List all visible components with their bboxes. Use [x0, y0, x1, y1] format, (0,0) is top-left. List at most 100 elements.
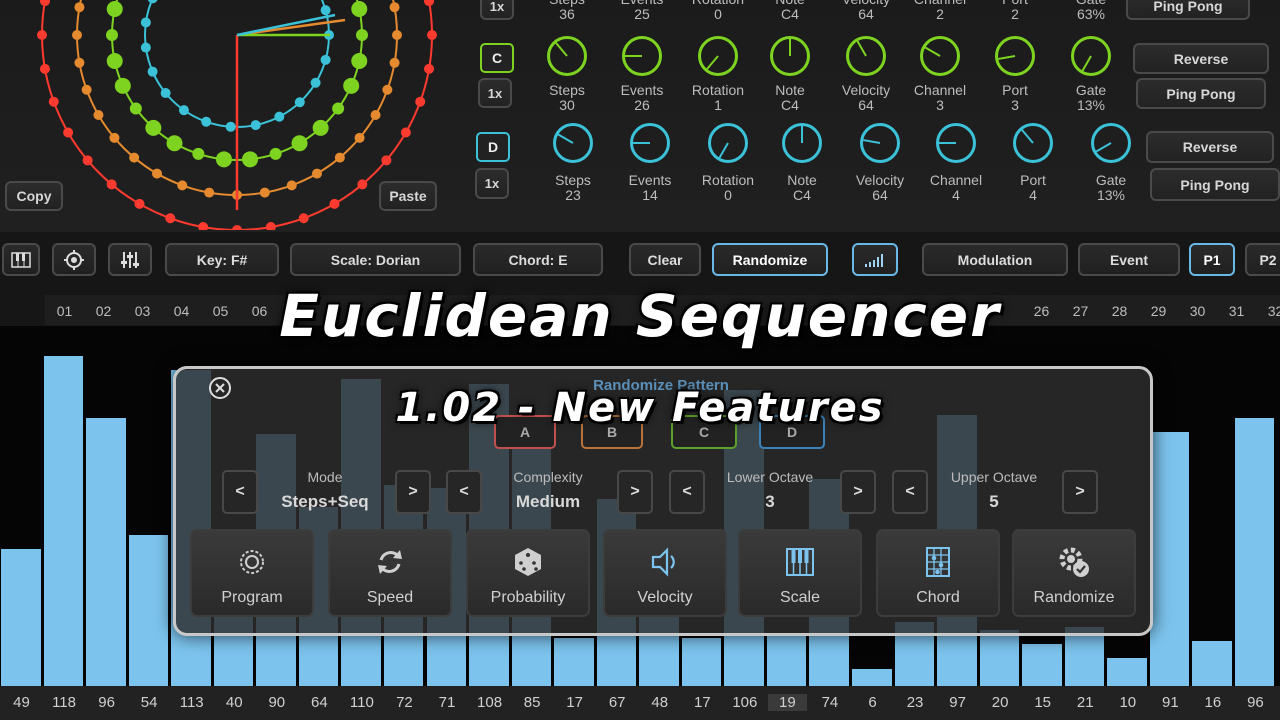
knob-d-steps[interactable]	[553, 123, 593, 163]
mode-next-button[interactable]: >	[395, 470, 431, 514]
key-button[interactable]: Key: F#	[165, 243, 279, 276]
velocity-bars-icon[interactable]	[852, 243, 898, 276]
ring-step-dot	[93, 110, 104, 120]
piano-icon[interactable]	[2, 243, 40, 276]
velocity-bar[interactable]	[979, 630, 1020, 686]
ring-step-dot	[109, 132, 120, 143]
knob-d-channel[interactable]	[936, 123, 976, 163]
randomize-action-button[interactable]: Randomize	[1012, 529, 1136, 617]
speed-button-b[interactable]: 1x	[480, 0, 514, 20]
knob-c-channel[interactable]	[920, 36, 960, 76]
lower-octave-value: 3	[765, 492, 775, 511]
velocity-bar[interactable]	[554, 638, 594, 686]
playhead-line	[236, 13, 336, 37]
param-value: 64	[872, 187, 888, 203]
param-label: Port	[1020, 172, 1046, 188]
knob-c-steps[interactable]	[547, 36, 587, 76]
param-label: Events	[620, 82, 664, 98]
knob-d-rotation[interactable]	[708, 123, 748, 163]
knob-d-port[interactable]	[1013, 123, 1053, 163]
ring-step-dot	[250, 120, 261, 131]
ring-step-dot	[332, 102, 345, 115]
speed-button-d[interactable]: 1x	[475, 168, 509, 199]
chord-button[interactable]: Chord: E	[473, 243, 603, 276]
clear-button[interactable]: Clear	[629, 243, 701, 276]
velocity-button[interactable]: Velocity	[603, 529, 727, 617]
pingpong-button-c[interactable]: Ping Pong	[1136, 78, 1266, 109]
ring-step-dot	[242, 151, 259, 168]
knob-d-events[interactable]	[630, 123, 670, 163]
modulation-button[interactable]: Modulation	[922, 243, 1068, 276]
ring-step-dot	[48, 96, 59, 107]
speed-button[interactable]: Speed	[328, 529, 452, 617]
randomize-button[interactable]: Randomize	[712, 243, 828, 276]
program-label: Program	[221, 589, 283, 606]
ring-step-dot	[382, 84, 393, 95]
knob-c-port[interactable]	[995, 36, 1035, 76]
track-d-button[interactable]: D	[476, 132, 510, 162]
ring-step-dot	[320, 5, 331, 16]
param-label: Channel	[929, 172, 983, 188]
knob-d-note[interactable]	[782, 123, 822, 163]
ring-step-dot	[232, 225, 242, 230]
track-c-button[interactable]: C	[480, 43, 514, 73]
upper-octave-next-button[interactable]: >	[1062, 470, 1098, 514]
velocity-bar[interactable]	[681, 638, 722, 686]
step-value-row: 49 118 96 54 113 40 90 64 110 72 71 108 85 17 67 48 17 10…	[0, 686, 1280, 720]
speed-button-c[interactable]: 1x	[478, 78, 512, 108]
ring-step-dot	[192, 147, 205, 160]
velocity-bar[interactable]	[766, 633, 807, 686]
pingpong-button-b[interactable]: Ping Pong	[1126, 0, 1250, 20]
knob-c-rotation[interactable]	[698, 36, 738, 76]
copy-button[interactable]: Copy	[5, 181, 63, 211]
velocity-bar[interactable]	[1, 549, 41, 686]
knob-c-velocity[interactable]	[846, 36, 886, 76]
step-value: 90	[268, 694, 286, 711]
chord-button-panel[interactable]: Chord	[876, 529, 1000, 617]
probability-button[interactable]: Probability	[466, 529, 590, 617]
scale-label: Scale	[779, 589, 821, 606]
param-label: Gate	[1075, 82, 1107, 98]
knob-d-velocity[interactable]	[860, 123, 900, 163]
paste-button[interactable]: Paste	[379, 181, 437, 211]
target-icon[interactable]	[52, 243, 96, 276]
probability-label: Probability	[490, 589, 566, 606]
velocity-bar[interactable]	[1022, 644, 1062, 686]
knob-c-gate[interactable]	[1071, 36, 1111, 76]
ring-step-dot	[140, 42, 151, 53]
ring-step-dot	[106, 52, 123, 69]
step-value: 106	[732, 694, 758, 711]
scale-button[interactable]: Scale: Dorian	[290, 243, 461, 276]
velocity-bar[interactable]	[1149, 432, 1190, 686]
velocity-bar[interactable]	[852, 669, 892, 686]
param-value: 64	[858, 6, 874, 22]
knob-indicator	[557, 133, 574, 144]
complexity-next-button[interactable]: >	[617, 470, 653, 514]
reverse-button-c[interactable]: Reverse	[1133, 43, 1269, 74]
param-c-steps: Steps 30	[529, 83, 605, 113]
lower-octave-next-button[interactable]: >	[840, 470, 876, 514]
knob-d-gate[interactable]	[1091, 123, 1131, 163]
velocity-bar[interactable]	[1192, 641, 1232, 686]
knob-indicator	[863, 139, 881, 144]
knob-indicator	[633, 142, 650, 144]
velocity-bar[interactable]	[128, 535, 169, 686]
pattern-p1-button[interactable]: P1	[1189, 243, 1235, 276]
ring-step-dot	[165, 213, 176, 224]
scale-button-panel[interactable]: Scale	[738, 529, 862, 617]
velocity-bar[interactable]	[86, 418, 126, 686]
event-button[interactable]: Event	[1078, 243, 1180, 276]
pattern-p2-button[interactable]: P2	[1245, 243, 1280, 276]
ring-step-dot	[201, 116, 212, 127]
knob-c-events[interactable]	[622, 36, 662, 76]
ring-step-dot	[389, 2, 400, 13]
velocity-bar[interactable]	[1234, 418, 1275, 686]
velocity-bar[interactable]	[1107, 658, 1147, 686]
knob-indicator	[998, 55, 1016, 60]
pingpong-button-d[interactable]: Ping Pong	[1150, 168, 1280, 201]
sliders-icon[interactable]	[108, 243, 152, 276]
param-value: 13%	[1076, 97, 1106, 113]
program-button[interactable]: Program	[190, 529, 314, 617]
knob-c-note[interactable]	[770, 36, 810, 76]
reverse-button-d[interactable]: Reverse	[1146, 131, 1274, 163]
